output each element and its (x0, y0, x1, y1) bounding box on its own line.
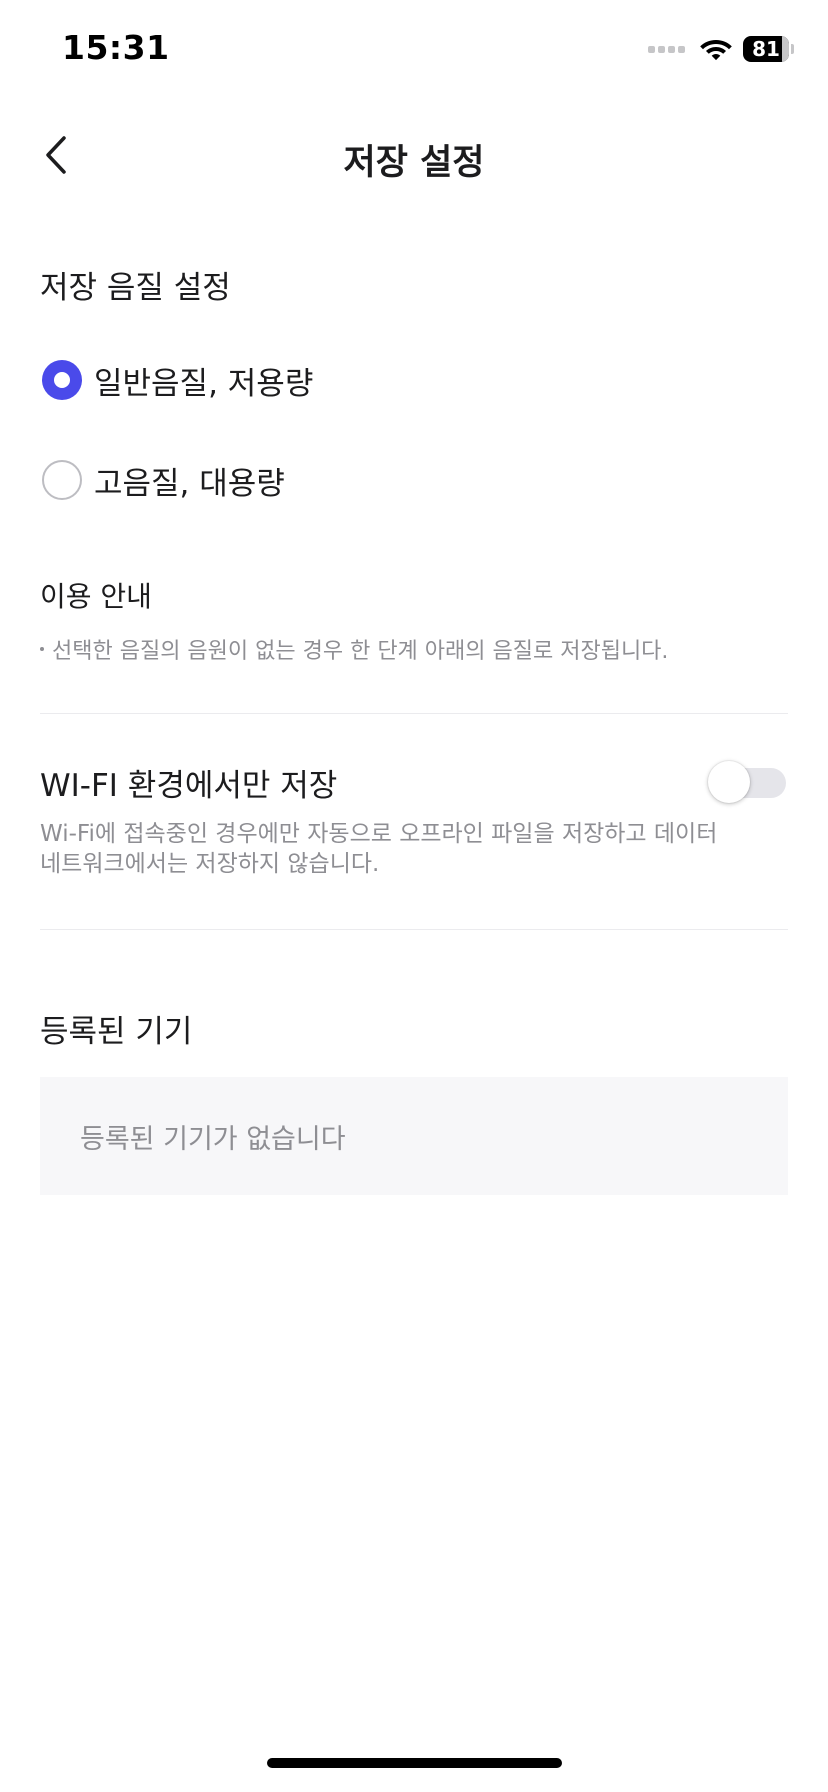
page-title: 저장 설정 (343, 143, 485, 183)
battery-icon: 81 (743, 36, 794, 62)
settings-content: 저장 음질 설정 일반음질, 저용량 고음질, 대용량 이용 안내 선택한 음질… (40, 262, 788, 1195)
wifi-only-title: WI-FI 환경에서만 저장 (40, 768, 338, 804)
status-time: 15:31 (62, 28, 170, 67)
status-bar: 15:31 81 (0, 0, 828, 100)
battery-level: 81 (752, 37, 780, 61)
devices-empty-text: 등록된 기기가 없습니다 (80, 1123, 346, 1155)
registered-devices-box: 등록된 기기가 없습니다 (40, 1077, 788, 1195)
notice-text: 선택한 음질의 음원이 없는 경우 한 단계 아래의 음질로 저장됩니다. (52, 639, 669, 664)
nav-bar: 저장 설정 (0, 110, 828, 200)
wifi-only-description-line2: 네트워크에서는 저장하지 않습니다. (40, 851, 380, 877)
wifi-icon (700, 40, 732, 61)
wifi-only-toggle[interactable] (708, 760, 786, 803)
notice-title: 이용 안내 (40, 580, 152, 613)
quality-section-title: 저장 음질 설정 (40, 270, 231, 306)
radio-option-normal-quality[interactable]: 일반음질, 저용량 (40, 345, 788, 415)
bullet-icon (40, 647, 44, 651)
radio-selected-icon (42, 360, 82, 400)
signal-icon (648, 45, 685, 53)
wifi-only-description: Wi-Fi에 접속중인 경우에만 자동으로 오프라인 파일을 저장하고 데이터 … (40, 819, 740, 879)
wifi-only-row: WI-FI 환경에서만 저장 (40, 760, 788, 805)
wifi-only-description-line1: Wi-Fi에 접속중인 경우에만 자동으로 오프라인 파일을 저장하고 데이터 (40, 821, 718, 847)
radio-unselected-icon (42, 460, 82, 500)
radio-label: 일반음질, 저용량 (94, 365, 314, 402)
devices-section-title: 등록된 기기 (40, 1014, 193, 1050)
notice-text-row: 선택한 음질의 음원이 없는 경우 한 단계 아래의 음질로 저장됩니다. (40, 633, 788, 665)
radio-option-high-quality[interactable]: 고음질, 대용량 (40, 445, 788, 515)
radio-label: 고음질, 대용량 (94, 465, 285, 502)
toggle-knob (708, 760, 750, 803)
status-icons: 81 (648, 34, 794, 64)
home-indicator[interactable] (267, 1758, 562, 1768)
